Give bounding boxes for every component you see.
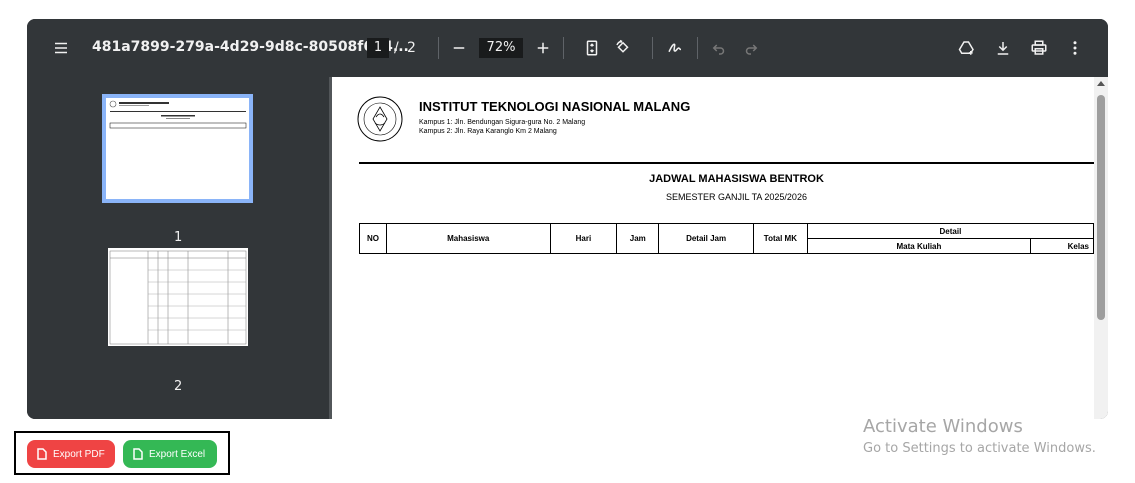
undo-icon[interactable]	[705, 34, 733, 62]
export-pdf-button[interactable]: Export PDF	[27, 440, 115, 468]
thumbnail-label-1: 1	[174, 230, 183, 245]
export-button-group: Export PDF Export Excel	[14, 431, 230, 475]
header-divider	[359, 162, 1094, 164]
activate-windows-subtitle: Go to Settings to activate Windows.	[863, 441, 1096, 456]
report-subtitle: SEMESTER GANJIL TA 2025/2026	[666, 192, 807, 202]
page-number-input[interactable]: 1	[367, 38, 389, 58]
page-total: 2	[407, 40, 416, 56]
col-header-total-mk: Total MK	[752, 223, 808, 254]
scrollbar-thumb[interactable]	[1097, 95, 1105, 320]
export-excel-button[interactable]: Export Excel	[123, 440, 217, 468]
col-header-mahasiswa: Mahasiswa	[385, 223, 551, 254]
excel-file-icon	[133, 448, 143, 460]
institution-logo	[357, 96, 403, 142]
toolbar-divider	[438, 37, 439, 59]
export-pdf-label: Export PDF	[53, 448, 105, 460]
page-thumbnail-2[interactable]	[108, 248, 248, 346]
redo-icon[interactable]	[737, 34, 765, 62]
rotate-icon[interactable]	[609, 34, 637, 62]
zoom-input[interactable]: 72%	[479, 38, 523, 58]
col-header-hari: Hari	[549, 223, 618, 254]
col-header-detail-jam: Detail Jam	[658, 223, 754, 254]
menu-icon[interactable]	[47, 34, 75, 62]
more-options-icon[interactable]	[1061, 34, 1089, 62]
col-header-mata-kuliah: Mata Kuliah	[806, 238, 1032, 254]
pdf-file-icon	[37, 448, 47, 460]
vertical-scrollbar[interactable]	[1094, 77, 1108, 419]
toolbar-divider	[563, 37, 564, 59]
download-icon[interactable]	[989, 34, 1017, 62]
page-separator: /	[394, 40, 399, 56]
thumbnail-label-2: 2	[174, 379, 183, 394]
fit-page-icon[interactable]	[578, 34, 606, 62]
col-header-detail: Detail	[806, 223, 1094, 239]
export-excel-label: Export Excel	[149, 448, 206, 460]
col-header-no: NO	[359, 223, 387, 254]
institution-name: INSTITUT TEKNOLOGI NASIONAL MALANG	[419, 99, 691, 114]
thumbnail-sidebar: 1 2	[27, 77, 329, 419]
col-header-jam: Jam	[616, 223, 660, 254]
pdf-viewer: 481a7899-279a-4d29-9d8c-80508f6d4... 1 /…	[27, 19, 1108, 419]
zoom-out-icon[interactable]	[445, 34, 473, 62]
report-title: JADWAL MAHASISWA BENTROK	[649, 173, 824, 185]
print-icon[interactable]	[1025, 34, 1053, 62]
pdf-page: INSTITUT TEKNOLOGI NASIONAL MALANG Kampu…	[332, 77, 1094, 419]
activate-windows-title: Activate Windows	[863, 416, 1023, 437]
page-thumbnail-1[interactable]	[102, 94, 253, 203]
zoom-in-icon[interactable]	[529, 34, 557, 62]
toolbar-divider	[697, 37, 698, 59]
drive-upload-icon[interactable]	[953, 34, 981, 62]
col-header-kelas: Kelas	[1030, 238, 1094, 254]
campus-1-address: Kampus 1: Jln. Bendungan Sigura-gura No.…	[419, 119, 586, 126]
campus-2-address: Kampus 2: Jln. Raya Karanglo Km 2 Malang	[419, 128, 557, 135]
schedule-table: NO Mahasiswa Hari Jam Detail Jam Total M…	[359, 223, 1094, 254]
scroll-up-arrow-icon[interactable]	[1097, 81, 1105, 86]
toolbar-divider	[652, 37, 653, 59]
pdf-toolbar: 481a7899-279a-4d29-9d8c-80508f6d4... 1 /…	[27, 19, 1108, 77]
annotate-icon[interactable]	[661, 34, 689, 62]
document-title: 481a7899-279a-4d29-9d8c-80508f6d4...	[92, 39, 409, 55]
